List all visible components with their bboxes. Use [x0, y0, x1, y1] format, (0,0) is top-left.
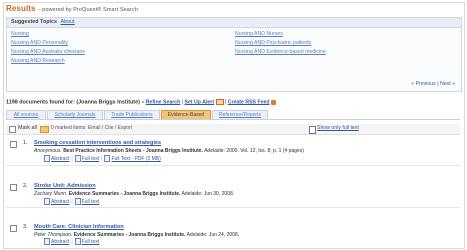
- topic-link[interactable]: Nursing AND Australia clinicians: [11, 49, 85, 55]
- set-up-alert-link[interactable]: Set Up Alert: [185, 99, 215, 105]
- result-number: 3.: [23, 224, 28, 230]
- result-details: Adelaide: Jun 24, 2008.: [186, 232, 240, 238]
- topic-link[interactable]: Nursing AND Personality: [11, 40, 68, 46]
- topic-link[interactable]: Nursing AND Psychiatric patients: [235, 40, 311, 46]
- result-title-link[interactable]: Stroke Unit: Admission: [34, 183, 96, 189]
- result-links: Abstract | Full text | Full Text - PDF (2 MB…: [44, 155, 161, 162]
- result-author: Zachary Munn.: [34, 191, 68, 197]
- topics-pager[interactable]: « Previous | Next »: [411, 81, 455, 87]
- result-divider: [6, 207, 460, 208]
- result-details: Adelaide: Jun 30, 2008.: [181, 191, 235, 197]
- suggested-topics-about-link[interactable]: About: [61, 19, 75, 25]
- create-rss-link[interactable]: Create RSS Feed: [228, 99, 270, 105]
- result-title-link[interactable]: Mouth Care: Clinician Information: [34, 224, 124, 230]
- abstract-icon: [44, 155, 50, 162]
- abstract-link[interactable]: Abstract: [51, 199, 69, 205]
- result-title-link[interactable]: Smoking cessation interventions and stra…: [34, 140, 161, 146]
- mark-toolbar: Mark all 0 marked items: Email / Cite / …: [6, 124, 460, 135]
- suggested-topics-heading: Suggested Topics: [11, 19, 58, 25]
- full-text-icon: [74, 238, 81, 245]
- rss-icon: [271, 99, 277, 105]
- full-text-pdf-link[interactable]: Full Text - PDF (2 MB): [111, 156, 160, 162]
- abstract-link[interactable]: Abstract: [51, 239, 69, 245]
- result-number: 2.: [23, 183, 28, 189]
- result-details: Adelaide: 2000. Vol. 12, Iss. 8; p. 1 (4…: [204, 148, 304, 154]
- results-subtitle: - powered by ProQuest® Smart Search: [38, 7, 138, 13]
- alert-envelope-icon: [215, 99, 224, 105]
- result-checkbox[interactable]: [10, 184, 17, 191]
- show-full-text-link[interactable]: Show only full text: [317, 125, 359, 131]
- abstract-icon: [44, 238, 50, 245]
- suggested-topics-header: Suggested Topics About: [7, 18, 461, 28]
- mark-all-label: Mark all: [18, 125, 37, 131]
- topic-link[interactable]: Nursing AND Nurses: [235, 31, 283, 37]
- topic-link[interactable]: Nursing AND Research: [11, 58, 65, 64]
- result-number: 1.: [23, 140, 28, 146]
- full-text-link[interactable]: Full text: [82, 199, 100, 205]
- pdf-icon: [104, 155, 111, 162]
- result-links: Abstract | Full text: [44, 198, 99, 205]
- results-summary: 1198 documents found for: (Joanna Briggs…: [6, 99, 277, 106]
- result-source: Best Practice Information Sheets - Joann…: [63, 148, 203, 154]
- suggested-topics-box: Suggested Topics About Nursing Nursing A…: [6, 17, 462, 92]
- topic-link[interactable]: Nursing AND Evidence-based medicine: [235, 49, 326, 55]
- full-text-icon: [74, 155, 81, 162]
- topic-link[interactable]: Nursing: [11, 31, 29, 37]
- full-text-icon: [74, 198, 81, 205]
- refine-search-link[interactable]: Refine Search: [146, 99, 181, 105]
- folder-icon: [40, 126, 49, 133]
- result-links: Abstract | Full text: [44, 238, 99, 245]
- result-citation: Zachary Munn. Evidence Summaries - Joann…: [34, 191, 234, 197]
- refine-arrow-icon: »: [141, 99, 145, 106]
- mark-all-checkbox[interactable]: [9, 126, 16, 133]
- full-text-link[interactable]: Full text: [82, 156, 100, 162]
- tabs-divider: [6, 119, 460, 120]
- result-divider: [6, 165, 460, 166]
- result-source: Evidence Summaries - Joanna Briggs Insti…: [68, 191, 181, 197]
- abstract-icon: [44, 198, 50, 205]
- full-text-link[interactable]: Full text: [82, 239, 100, 245]
- result-citation: Anonymous. Best Practice Information She…: [34, 148, 304, 154]
- results-heading: Results - powered by ProQuest® Smart Sear…: [6, 4, 138, 13]
- results-title: Results: [6, 4, 36, 13]
- results-count: 1198 documents found for: (Joanna Briggs…: [6, 99, 140, 106]
- marked-items-link[interactable]: 0 marked items: Email / Cite / Export: [51, 125, 132, 131]
- result-checkbox[interactable]: [10, 141, 17, 148]
- result-author: Anonymous.: [34, 148, 62, 154]
- result-checkbox[interactable]: [10, 225, 17, 232]
- document-icon: [309, 126, 316, 134]
- abstract-link[interactable]: Abstract: [51, 156, 69, 162]
